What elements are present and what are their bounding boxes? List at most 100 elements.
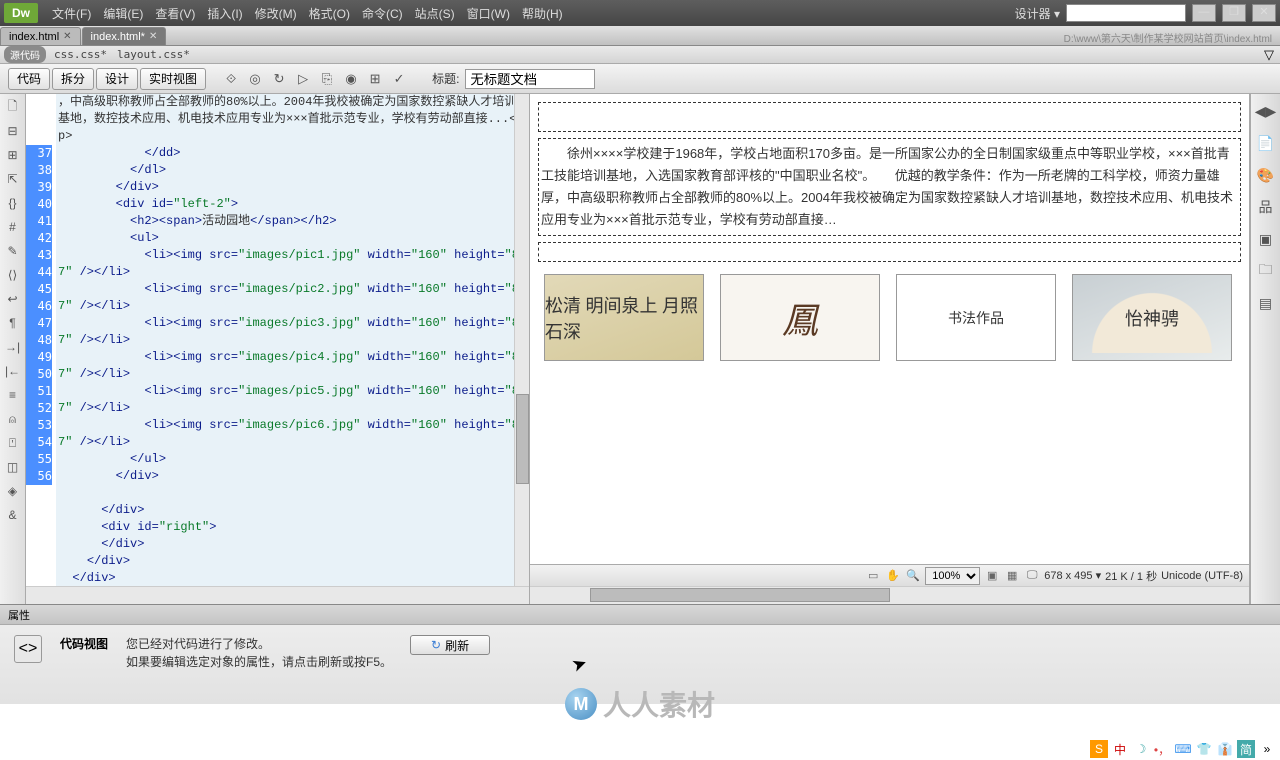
insert-panel-icon[interactable]: 📄	[1255, 132, 1277, 154]
live-code-icon[interactable]: ⟐	[220, 68, 242, 90]
assets-panel-icon[interactable]: ▤	[1255, 292, 1277, 314]
dashed-paragraph-box[interactable]: 徐州××××学校建于1968年，学校占地面积170多亩。是一所国家公办的全日制国…	[538, 138, 1241, 236]
files-panel-icon[interactable]: 🗀	[1255, 260, 1277, 282]
design-hscrollbar[interactable]	[530, 586, 1249, 604]
refresh-button[interactable]: ↻刷新	[410, 635, 490, 655]
minimize-button[interactable]: —	[1192, 4, 1216, 22]
select-parent-icon[interactable]: ⇱	[4, 170, 22, 188]
dashed-region-mid[interactable]	[538, 242, 1241, 262]
hidden-chars-icon[interactable]: ¶	[4, 314, 22, 332]
moon-icon[interactable]: ☽	[1132, 740, 1150, 758]
preview-icon[interactable]: ◉	[340, 68, 362, 90]
css-panel-icon[interactable]: 🎨	[1255, 164, 1277, 186]
indent-icon[interactable]: →|	[4, 338, 22, 356]
related-files-bar: 源代码 css.css* layout.css* ▽	[0, 46, 1280, 64]
dashed-region-top[interactable]	[538, 102, 1241, 132]
outdent-icon[interactable]: |←	[4, 362, 22, 380]
menu-edit[interactable]: 编辑(E)	[97, 5, 149, 22]
close-button[interactable]: ✕	[1252, 4, 1276, 22]
title-input[interactable]	[465, 69, 595, 89]
close-icon[interactable]: ✕	[149, 31, 157, 42]
highlight-icon[interactable]: ✎	[4, 242, 22, 260]
move-css-icon[interactable]: ◈	[4, 482, 22, 500]
design-pane[interactable]: 徐州××××学校建于1968年，学校占地面积170多亩。是一所国家公办的全日制国…	[530, 94, 1250, 604]
code-hscrollbar[interactable]	[26, 586, 529, 604]
hand-tool-icon[interactable]: ✋	[885, 568, 901, 584]
source-code-pill[interactable]: 源代码	[4, 46, 46, 63]
menu-view[interactable]: 查看(V)	[149, 5, 201, 22]
media-query-icon[interactable]: ▦	[1004, 568, 1020, 584]
menu-commands[interactable]: 命令(C)	[356, 5, 409, 22]
keyboard-icon[interactable]: ⌨	[1174, 740, 1192, 758]
select-tool-icon[interactable]: ▭	[865, 568, 881, 584]
menu-insert[interactable]: 插入(I)	[201, 5, 248, 22]
gallery-image-4[interactable]: 怡神骋	[1072, 274, 1232, 361]
code-pane[interactable]: 3738394041424344454647484950515253545556…	[26, 94, 530, 604]
menu-file[interactable]: 文件(F)	[46, 5, 97, 22]
format-icon[interactable]: ≡	[4, 386, 22, 404]
code-view-icon: <>	[14, 635, 42, 663]
related-css-1[interactable]: css.css*	[54, 48, 107, 61]
ime-icon[interactable]: S	[1090, 740, 1108, 758]
inspect-icon[interactable]: ◎	[244, 68, 266, 90]
gallery-image-3[interactable]: 书法作品	[896, 274, 1056, 361]
design-view-button[interactable]: 设计	[96, 68, 138, 90]
doc-tab-2[interactable]: index.html*✕	[82, 27, 167, 45]
shirt-icon[interactable]: 👔	[1216, 740, 1234, 758]
browser-icon[interactable]: ▷	[292, 68, 314, 90]
ime-mode-icon[interactable]: 简	[1237, 740, 1255, 758]
chevron-icon[interactable]: »	[1258, 740, 1276, 758]
line-numbers-icon[interactable]: #	[4, 218, 22, 236]
props-title: 代码视图	[60, 635, 108, 652]
window-size-icon[interactable]: ▣	[984, 568, 1000, 584]
maximize-button[interactable]: ❐	[1222, 4, 1246, 22]
workspace-switcher[interactable]: 设计器 ▾	[1015, 5, 1060, 22]
gallery-image-2[interactable]: 鳳	[720, 274, 880, 361]
syntax-icon[interactable]: ⟨⟩	[4, 266, 22, 284]
business-catalyst-icon[interactable]: ▣	[1255, 228, 1277, 250]
visual-aids-icon[interactable]: ⊞	[364, 68, 386, 90]
collapse-icon[interactable]: ⊟	[4, 122, 22, 140]
live-view-button[interactable]: 实时视图	[140, 68, 206, 90]
search-input[interactable]	[1066, 4, 1186, 22]
code-view-button[interactable]: 代码	[8, 68, 50, 90]
document-toolbar: 代码 拆分 设计 实时视图 ⟐ ◎ ↻ ▷ ⎘ ◉ ⊞ ✓ 标题:	[0, 64, 1280, 94]
open-docs-icon[interactable]: 🗋	[4, 98, 22, 116]
related-css-2[interactable]: layout.css*	[117, 48, 190, 61]
balance-braces-icon[interactable]: {}	[4, 194, 22, 212]
expand-panels-icon[interactable]: ◀▶	[1255, 100, 1277, 122]
refresh-icon[interactable]: ↻	[268, 68, 290, 90]
punct-icon[interactable]: •，	[1153, 740, 1171, 758]
file-mgmt-icon[interactable]: ⎘	[316, 68, 338, 90]
apply-comment-icon[interactable]: ⍝	[4, 410, 22, 428]
lang-icon[interactable]: 中	[1111, 740, 1129, 758]
props-message: 您已经对代码进行了修改。 如果要编辑选定对象的属性，请点击刷新或按F5。	[126, 635, 392, 671]
zoom-tool-icon[interactable]: 🔍	[905, 568, 921, 584]
filter-icon[interactable]: ▽	[1264, 47, 1274, 63]
recent-snippet-icon[interactable]: ◫	[4, 458, 22, 476]
split-view-button[interactable]: 拆分	[52, 68, 94, 90]
doc-tab-1[interactable]: index.html✕	[0, 27, 81, 45]
code-editor[interactable]: ，中高级职称教师占全部教师的80%以上。2004年我校被确定为国家数控紧缺人才培…	[56, 94, 529, 604]
menu-site[interactable]: 站点(S)	[409, 5, 461, 22]
ap-elements-icon[interactable]: 品	[1255, 196, 1277, 218]
menu-format[interactable]: 格式(O)	[303, 5, 356, 22]
screen-icon[interactable]: 🖵	[1024, 568, 1040, 584]
code-vscrollbar[interactable]	[514, 94, 529, 586]
remove-comment-icon[interactable]: ⍞	[4, 434, 22, 452]
title-label: 标题:	[432, 70, 459, 87]
gallery-image-1[interactable]: 松清 明间泉上 月照石深	[544, 274, 704, 361]
validate-icon[interactable]: ✓	[388, 68, 410, 90]
person-icon[interactable]: 👕	[1195, 740, 1213, 758]
reference-icon[interactable]: &	[4, 506, 22, 524]
gallery: 松清 明间泉上 月照石深 鳳 书法作品 怡神骋	[538, 268, 1241, 367]
properties-tab[interactable]: 属性	[0, 605, 1280, 625]
word-wrap-icon[interactable]: ↩	[4, 290, 22, 308]
menu-help[interactable]: 帮助(H)	[516, 5, 569, 22]
zoom-select[interactable]: 100%	[925, 567, 980, 585]
menu-modify[interactable]: 修改(M)	[249, 5, 303, 22]
main-area: 🗋 ⊟ ⊞ ⇱ {} # ✎ ⟨⟩ ↩ ¶ →| |← ≡ ⍝ ⍞ ◫ ◈ & …	[0, 94, 1280, 604]
menu-window[interactable]: 窗口(W)	[461, 5, 516, 22]
close-icon[interactable]: ✕	[63, 31, 71, 42]
expand-icon[interactable]: ⊞	[4, 146, 22, 164]
